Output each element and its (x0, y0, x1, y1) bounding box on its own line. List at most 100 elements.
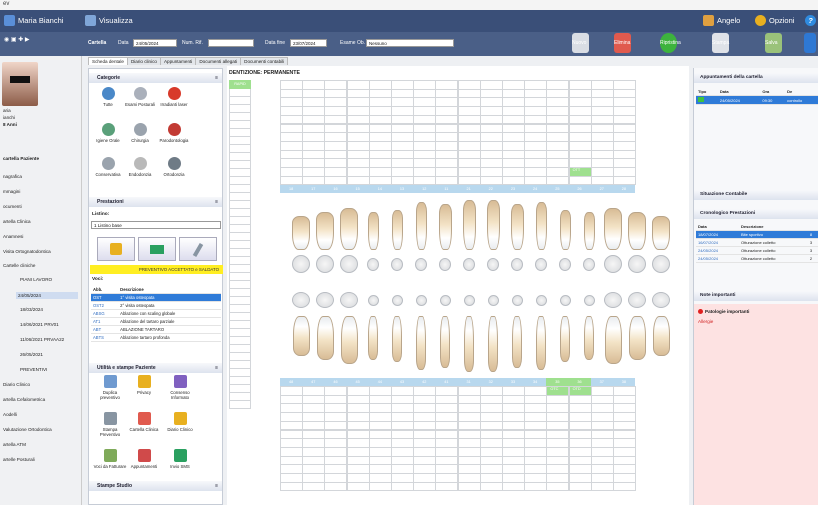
grid-cell[interactable] (479, 175, 503, 186)
collapse-icon[interactable]: ≡ (215, 483, 218, 489)
prestazioni-header[interactable]: Prestazioni ≡ (89, 197, 222, 207)
side-cell[interactable] (229, 121, 251, 129)
upper-occlusal[interactable] (433, 257, 457, 271)
delete-button[interactable]: Elimina (614, 33, 631, 53)
upper-tooth[interactable] (505, 204, 529, 250)
upper-tooth[interactable] (481, 200, 505, 250)
grid-cell[interactable] (457, 481, 481, 492)
esame-select[interactable]: Nessuno (366, 39, 454, 47)
utility-item[interactable]: Consenso Informato (163, 375, 197, 400)
upper-tooth[interactable] (433, 204, 457, 250)
utility-item[interactable]: Invio SMS (163, 449, 197, 469)
side-cell[interactable] (229, 241, 251, 249)
restore-button[interactable]: Ripristina (660, 33, 681, 53)
nav-item[interactable]: 11/06/2021 PRVAA22 (20, 337, 64, 342)
side-cell[interactable] (229, 257, 251, 265)
utility-item[interactable]: Diario Clinico (163, 412, 197, 432)
nav-item[interactable]: Valutazione Ortodontica (3, 427, 52, 432)
utilita-header[interactable]: Utilità e stampe Paziente ≡ (89, 363, 222, 373)
cronologico-row[interactable]: 24/05/2024 Otturazione colletto 3 (696, 246, 818, 255)
num-rif-field[interactable] (208, 39, 254, 47)
lower-occlusal[interactable] (577, 294, 601, 306)
nav-item[interactable]: 24/05/2024 (16, 292, 78, 299)
lower-tooth[interactable] (289, 316, 313, 356)
lower-tooth[interactable] (361, 316, 385, 360)
side-cell[interactable] (229, 145, 251, 153)
dropdown-button[interactable] (804, 33, 816, 53)
voci-row[interactable]: ABSG Ablazione con scaling globale (91, 310, 221, 318)
upper-tooth[interactable] (337, 208, 361, 250)
upper-occlusal[interactable] (577, 257, 601, 271)
upper-occlusal[interactable] (649, 255, 673, 273)
side-cell[interactable] (229, 377, 251, 385)
data-field[interactable]: 24/05/2024 (133, 39, 177, 47)
upper-tooth[interactable] (625, 212, 649, 250)
lower-tooth[interactable] (481, 316, 505, 372)
lower-tooth[interactable] (553, 316, 577, 362)
upper-tooth[interactable] (553, 210, 577, 250)
side-cell[interactable] (229, 273, 251, 281)
side-cell[interactable] (229, 297, 251, 305)
tab-appuntamenti[interactable]: Appuntamenti (159, 57, 197, 65)
voci-row[interactable]: ABT ABLAZIONE TARTARO (91, 326, 221, 334)
grid-cell[interactable] (302, 481, 326, 492)
voci-row[interactable]: ABTS Ablazione tartaro profonda (91, 334, 221, 342)
grid-cell[interactable] (413, 481, 437, 492)
grid-cell[interactable] (368, 481, 392, 492)
lower-occlusal[interactable] (625, 292, 649, 308)
category-5[interactable]: Parodontologia (157, 123, 191, 143)
side-cell[interactable] (229, 329, 251, 337)
grid-cell[interactable] (524, 481, 548, 492)
grid-cell[interactable] (479, 481, 503, 492)
grid-cell[interactable] (435, 175, 459, 186)
tab-scheda-dentale[interactable]: Scheda dentale (88, 57, 128, 65)
nav-item[interactable]: Anamnesi (3, 234, 23, 239)
side-cell[interactable] (229, 385, 251, 393)
grid-cell[interactable] (590, 481, 614, 492)
grid-cell[interactable] (457, 175, 481, 186)
side-cell[interactable] (229, 233, 251, 241)
options-menu[interactable]: Opzioni (755, 15, 794, 26)
nav-item[interactable]: 26/05/2021 (20, 352, 43, 357)
lower-occlusal[interactable] (313, 292, 337, 308)
upper-tooth[interactable] (289, 216, 313, 250)
utility-item[interactable]: Stampa Preventivo (93, 412, 127, 437)
cronologico-row[interactable]: 18/07/2024 Bite sportivo 8 (696, 230, 818, 239)
side-cell[interactable] (229, 289, 251, 297)
side-cell[interactable] (229, 113, 251, 121)
nav-item[interactable]: mmagini (3, 189, 20, 194)
lower-tooth[interactable] (625, 316, 649, 360)
side-cell[interactable] (229, 105, 251, 113)
save-button[interactable]: Salva (765, 33, 782, 53)
upper-tooth[interactable] (529, 202, 553, 250)
upper-occlusal[interactable] (361, 257, 385, 271)
lower-occlusal[interactable] (505, 294, 529, 306)
lower-tooth[interactable] (529, 316, 553, 370)
grid-cell[interactable] (613, 175, 636, 186)
cronologico-row[interactable]: 24/05/2024 Otturazione colletto 2 (696, 254, 818, 263)
side-cell[interactable] (229, 345, 251, 353)
side-cell[interactable] (229, 337, 251, 345)
tab-diario-clinico[interactable]: Diario clinico (126, 57, 161, 65)
lower-occlusal[interactable] (385, 294, 409, 306)
side-cell[interactable] (229, 137, 251, 145)
grid-cell[interactable] (502, 175, 525, 186)
grid-cell[interactable] (524, 175, 548, 186)
print-button[interactable]: Stampa (712, 33, 729, 53)
category-0[interactable]: Tutte (91, 87, 125, 107)
utility-item[interactable]: Duplica preventivo (93, 375, 127, 400)
upper-tooth[interactable] (361, 212, 385, 250)
side-cell[interactable] (229, 89, 251, 97)
voci-row[interactable]: OST2 2° visita osteopata (91, 302, 221, 310)
nav-item[interactable]: PIANI LAVORO (20, 277, 52, 282)
collapse-icon[interactable]: ≡ (215, 365, 218, 371)
side-cell[interactable] (229, 201, 251, 209)
side-cell[interactable] (229, 161, 251, 169)
grid-cell[interactable] (413, 175, 437, 186)
nav-item[interactable]: artelle Posturali (3, 457, 35, 462)
category-4[interactable]: Chirurgia (123, 123, 157, 143)
utility-item[interactable]: Cartella Clinica (127, 412, 161, 432)
category-2[interactable]: Irradianti laser (157, 87, 191, 107)
help-button[interactable]: ? (805, 15, 816, 26)
side-cell[interactable] (229, 129, 251, 137)
